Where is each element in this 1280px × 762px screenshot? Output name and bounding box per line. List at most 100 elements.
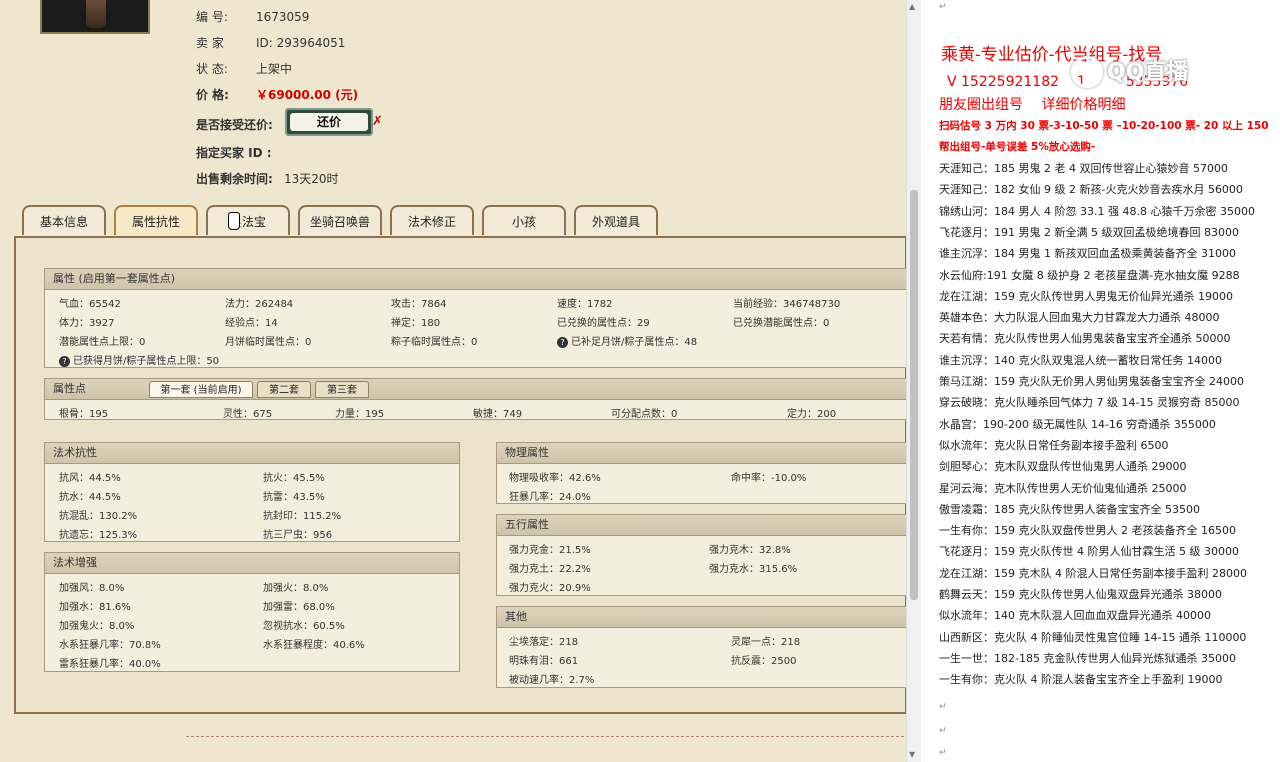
notes-line: 似水流年：140 克木队混人回血血双盘异光通杀 40000: [939, 609, 1211, 623]
subtab-set-1[interactable]: 第一套 (当前启用): [149, 381, 253, 398]
price-label: 价 格:: [196, 88, 229, 102]
attr-cell: 月饼临时属性点：0: [225, 337, 312, 348]
physical-title: 物理属性: [497, 443, 906, 464]
tab-basic-info[interactable]: 基本信息: [22, 205, 106, 235]
notes-line: 傲雪凌霜：185 克火队传世男人装备宝宝齐全 53500: [939, 502, 1200, 516]
buyer-label: 指定买家 ID :: [196, 146, 272, 160]
game-trading-page: 编 号: 1673059 卖 家 ID: 293964051 状 态: 上架中 价 格…: [0, 0, 906, 762]
attr-cell: 经验点：14: [225, 318, 278, 329]
paragraph-mark-icon: ↵: [939, 748, 947, 758]
enhance-cell: 水系狂暴几率：70.8%: [59, 640, 161, 651]
number-value: 1673059: [256, 10, 310, 24]
notes-line: 山西新区：克火队 4 阶睡仙灵性鬼宫位睡 14-15 通杀 110000: [939, 630, 1247, 644]
resist-title: 法术抗性: [45, 443, 459, 464]
notes-line: 龙在江湖：159 克火队传世男人男鬼无价仙异光通杀 19000: [939, 289, 1233, 303]
points-cell: 定力：200: [787, 409, 837, 420]
other-box: 其他 尘埃落定：218 灵犀一点：218 明珠有泪：661 抗反震：2500 被…: [496, 606, 906, 688]
notes-line: 一生有你：克火队 4 阶混人装备宝宝齐全上手盈利 19000: [939, 673, 1223, 687]
paragraph-mark-icon: ↵: [939, 726, 947, 736]
other-cell: 尘埃落定：218: [509, 637, 579, 648]
tab-attributes[interactable]: 属性抗性: [114, 205, 198, 235]
attr-cell: 粽子临时属性点：0: [391, 337, 478, 348]
other-cell: 明珠有泪：661: [509, 656, 579, 667]
resist-box: 法术抗性 抗风：44.5% 抗火：45.5% 抗水：44.5% 抗雷：43.5%…: [44, 442, 460, 542]
notes-line: 天涯知己：182 女仙 9 级 2 新孩-火克火妙音去疾水月 56000: [939, 183, 1243, 197]
close-icon[interactable]: ✗: [372, 114, 383, 129]
buyer-row: 指定买家 ID :: [196, 144, 272, 160]
notes-line: 策马江湖：159 克火队无价男人男仙男鬼装备宝宝齐全 24000: [939, 375, 1244, 388]
points-cell: 灵性：675: [223, 409, 273, 420]
notes-line: 龙在江湖：159 克木队 4 阶混人日常任务副本接手盈利 28000: [939, 566, 1247, 580]
seller-row: 卖 家 ID: 293964051: [196, 34, 345, 50]
attr-cell: ? 已获得月饼/粽子属性点上限：50: [59, 352, 219, 367]
notes-line: 水晶宫：190-200 级无属性队 14-16 穷奇通杀 355000: [939, 417, 1216, 431]
tab-treasure[interactable]: 奥法宝: [206, 205, 290, 235]
other-cell: 抗反震：2500: [731, 656, 797, 667]
tab-children[interactable]: 小孩: [482, 205, 566, 235]
attr-cell: 已兑换潜能属性点：0: [733, 318, 830, 329]
attr-cell: 禅定：180: [391, 318, 441, 329]
counter-row: 是否接受还价:: [196, 116, 273, 132]
scroll-down-icon[interactable]: ▼: [909, 750, 915, 759]
resist-cell: 抗混乱：130.2%: [59, 511, 138, 522]
resist-cell: 抗三尸虫：956: [263, 530, 333, 541]
element-cell: 强力克金：21.5%: [509, 545, 591, 556]
remaining-row: 出售剩余时间: 13天20时: [196, 170, 339, 186]
other-title: 其他: [497, 607, 906, 628]
vertical-scrollbar[interactable]: ▲ ▼: [906, 0, 921, 762]
points-cell: 敏捷：749: [473, 409, 523, 420]
attributes-title: 属性 (启用第一套属性点): [45, 269, 906, 290]
resist-cell: 抗遗忘：125.3%: [59, 530, 138, 541]
tab-mounts-pets[interactable]: 坐骑召唤兽: [298, 205, 382, 235]
tab-appearance[interactable]: 外观道具: [574, 205, 658, 235]
notes-red-line: 帮出组号-单号误差 5%放心选购-: [939, 141, 1096, 153]
tab-spell-modify[interactable]: 法术修正: [390, 205, 474, 235]
attr-cell: 速度：1782: [557, 299, 613, 310]
resist-cell: 抗风：44.5%: [59, 473, 121, 484]
notes-line: 英雄本色：大力队混人回血鬼大力甘霖龙大力通杀 48000: [939, 311, 1220, 325]
enhance-cell: 水系狂暴程度：40.6%: [263, 640, 365, 651]
resist-cell: 抗水：44.5%: [59, 492, 121, 503]
notes-document: ↵ 乘黄-专业估价-代当组号-找号 V 15225921182 1 535597…: [921, 0, 1280, 762]
remaining-label: 出售剩余时间:: [196, 172, 273, 186]
elements-box: 五行属性 强力克金：21.5% 强力克木：32.8% 强力克土：22.2% 强力…: [496, 514, 906, 596]
subtab-set-2[interactable]: 第二套: [257, 381, 311, 398]
help-icon[interactable]: ?: [557, 336, 568, 348]
price-value: ￥69000.00 (元): [256, 88, 359, 102]
help-icon[interactable]: ?: [59, 355, 70, 367]
element-cell: 强力克火：20.9%: [509, 583, 591, 594]
notes-line: 天若有情：克火队传世男人仙男鬼装备宝宝齐全通杀 50000: [939, 332, 1231, 346]
number-label: 编 号:: [196, 10, 228, 24]
attr-cell: ? 已补足月饼/粽子属性点：48: [557, 333, 697, 348]
attr-cell: 潜能属性点上限：0: [59, 337, 146, 348]
paragraph-mark-icon: ↵: [939, 2, 947, 12]
enhance-cell: 加强水：81.6%: [59, 602, 131, 613]
notes-red-line: 扫码估号 3 万内 30 票-3-10-50 票 –10-20-100 票- 2…: [939, 120, 1269, 132]
seller-label: 卖 家: [196, 36, 224, 50]
notes-line: 剑胆琴心：克木队双盘队传世仙鬼男人通杀 29000: [939, 460, 1187, 474]
notes-line: 飞花逐月：191 男鬼 2 新全满 5 级双回孟极绝境春回 83000: [939, 225, 1239, 239]
scroll-thumb[interactable]: [910, 190, 918, 600]
paragraph-mark-icon: ↵: [939, 702, 947, 712]
notes-line: 穿云破晓：克火队睡杀回气体力 7 级 14-15 灵猴穷奇 85000: [939, 396, 1240, 410]
counter-offer-button[interactable]: 还价: [285, 108, 373, 136]
subtab-set-3[interactable]: 第三套: [315, 381, 369, 398]
resist-cell: 抗火：45.5%: [263, 473, 325, 484]
status-label: 状 态:: [196, 62, 228, 76]
notes-line: 似水流年：克火队日常任务副本接手盈利 6500: [939, 438, 1169, 452]
divider: [186, 736, 904, 737]
status-row: 状 态: 上架中: [196, 60, 292, 76]
attr-cell: 体力：3927: [59, 318, 115, 329]
seller-id-value: 293964051: [276, 36, 346, 50]
enhance-cell: 加强雷：68.0%: [263, 602, 335, 613]
notes-line: 鹤舞云天：159 克火队传世男人仙鬼双盘异光通杀 38000: [939, 588, 1222, 601]
notes-line: 天涯知己：185 男鬼 2 老 4 双回传世容止心猿妙音 57000: [939, 162, 1228, 175]
watermark-logo-icon: [1071, 56, 1103, 88]
notes-line: 谁主沉浮：140 克火队双鬼混人统一蓄牧日常任务 14000: [939, 353, 1222, 367]
physical-cell: 狂暴几率：24.0%: [509, 492, 591, 503]
attr-cell: 攻击：7864: [391, 299, 447, 310]
resist-cell: 抗封印：115.2%: [263, 511, 342, 522]
points-cell: 根骨：195: [59, 409, 109, 420]
scroll-up-icon[interactable]: ▲: [909, 2, 915, 11]
mouse-cursor-icon: [228, 212, 240, 230]
